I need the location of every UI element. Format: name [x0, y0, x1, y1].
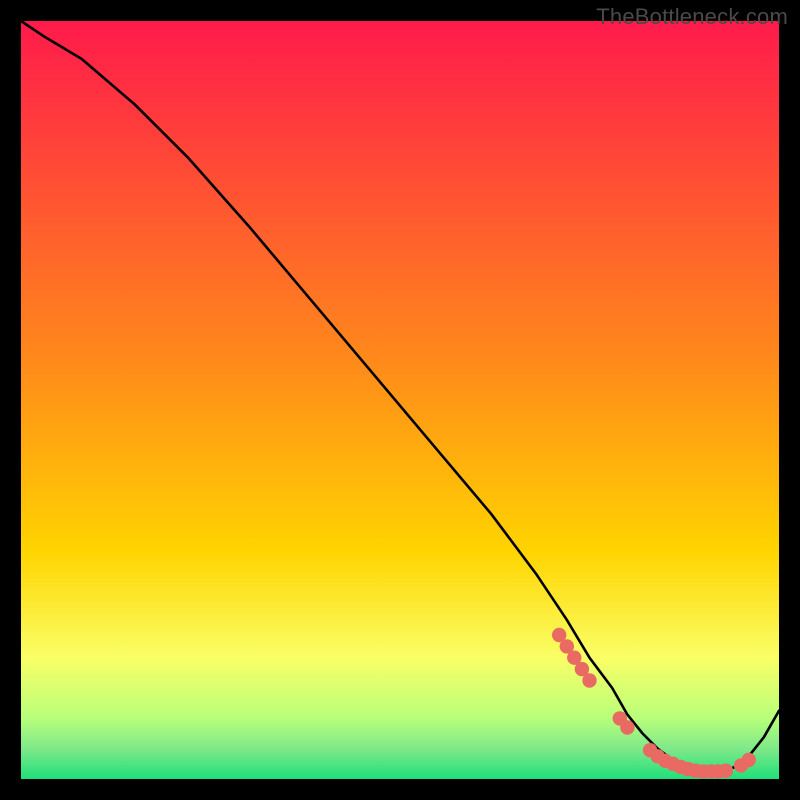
- highlight-dot: [582, 673, 596, 687]
- highlight-dot: [742, 753, 756, 767]
- watermark-text: TheBottleneck.com: [596, 4, 788, 30]
- chart-svg: [21, 21, 779, 779]
- chart-frame: TheBottleneck.com: [0, 0, 800, 800]
- highlight-dot: [620, 720, 634, 734]
- plot-area: [21, 21, 779, 779]
- gradient-background: [21, 21, 779, 779]
- highlight-dot: [719, 764, 733, 778]
